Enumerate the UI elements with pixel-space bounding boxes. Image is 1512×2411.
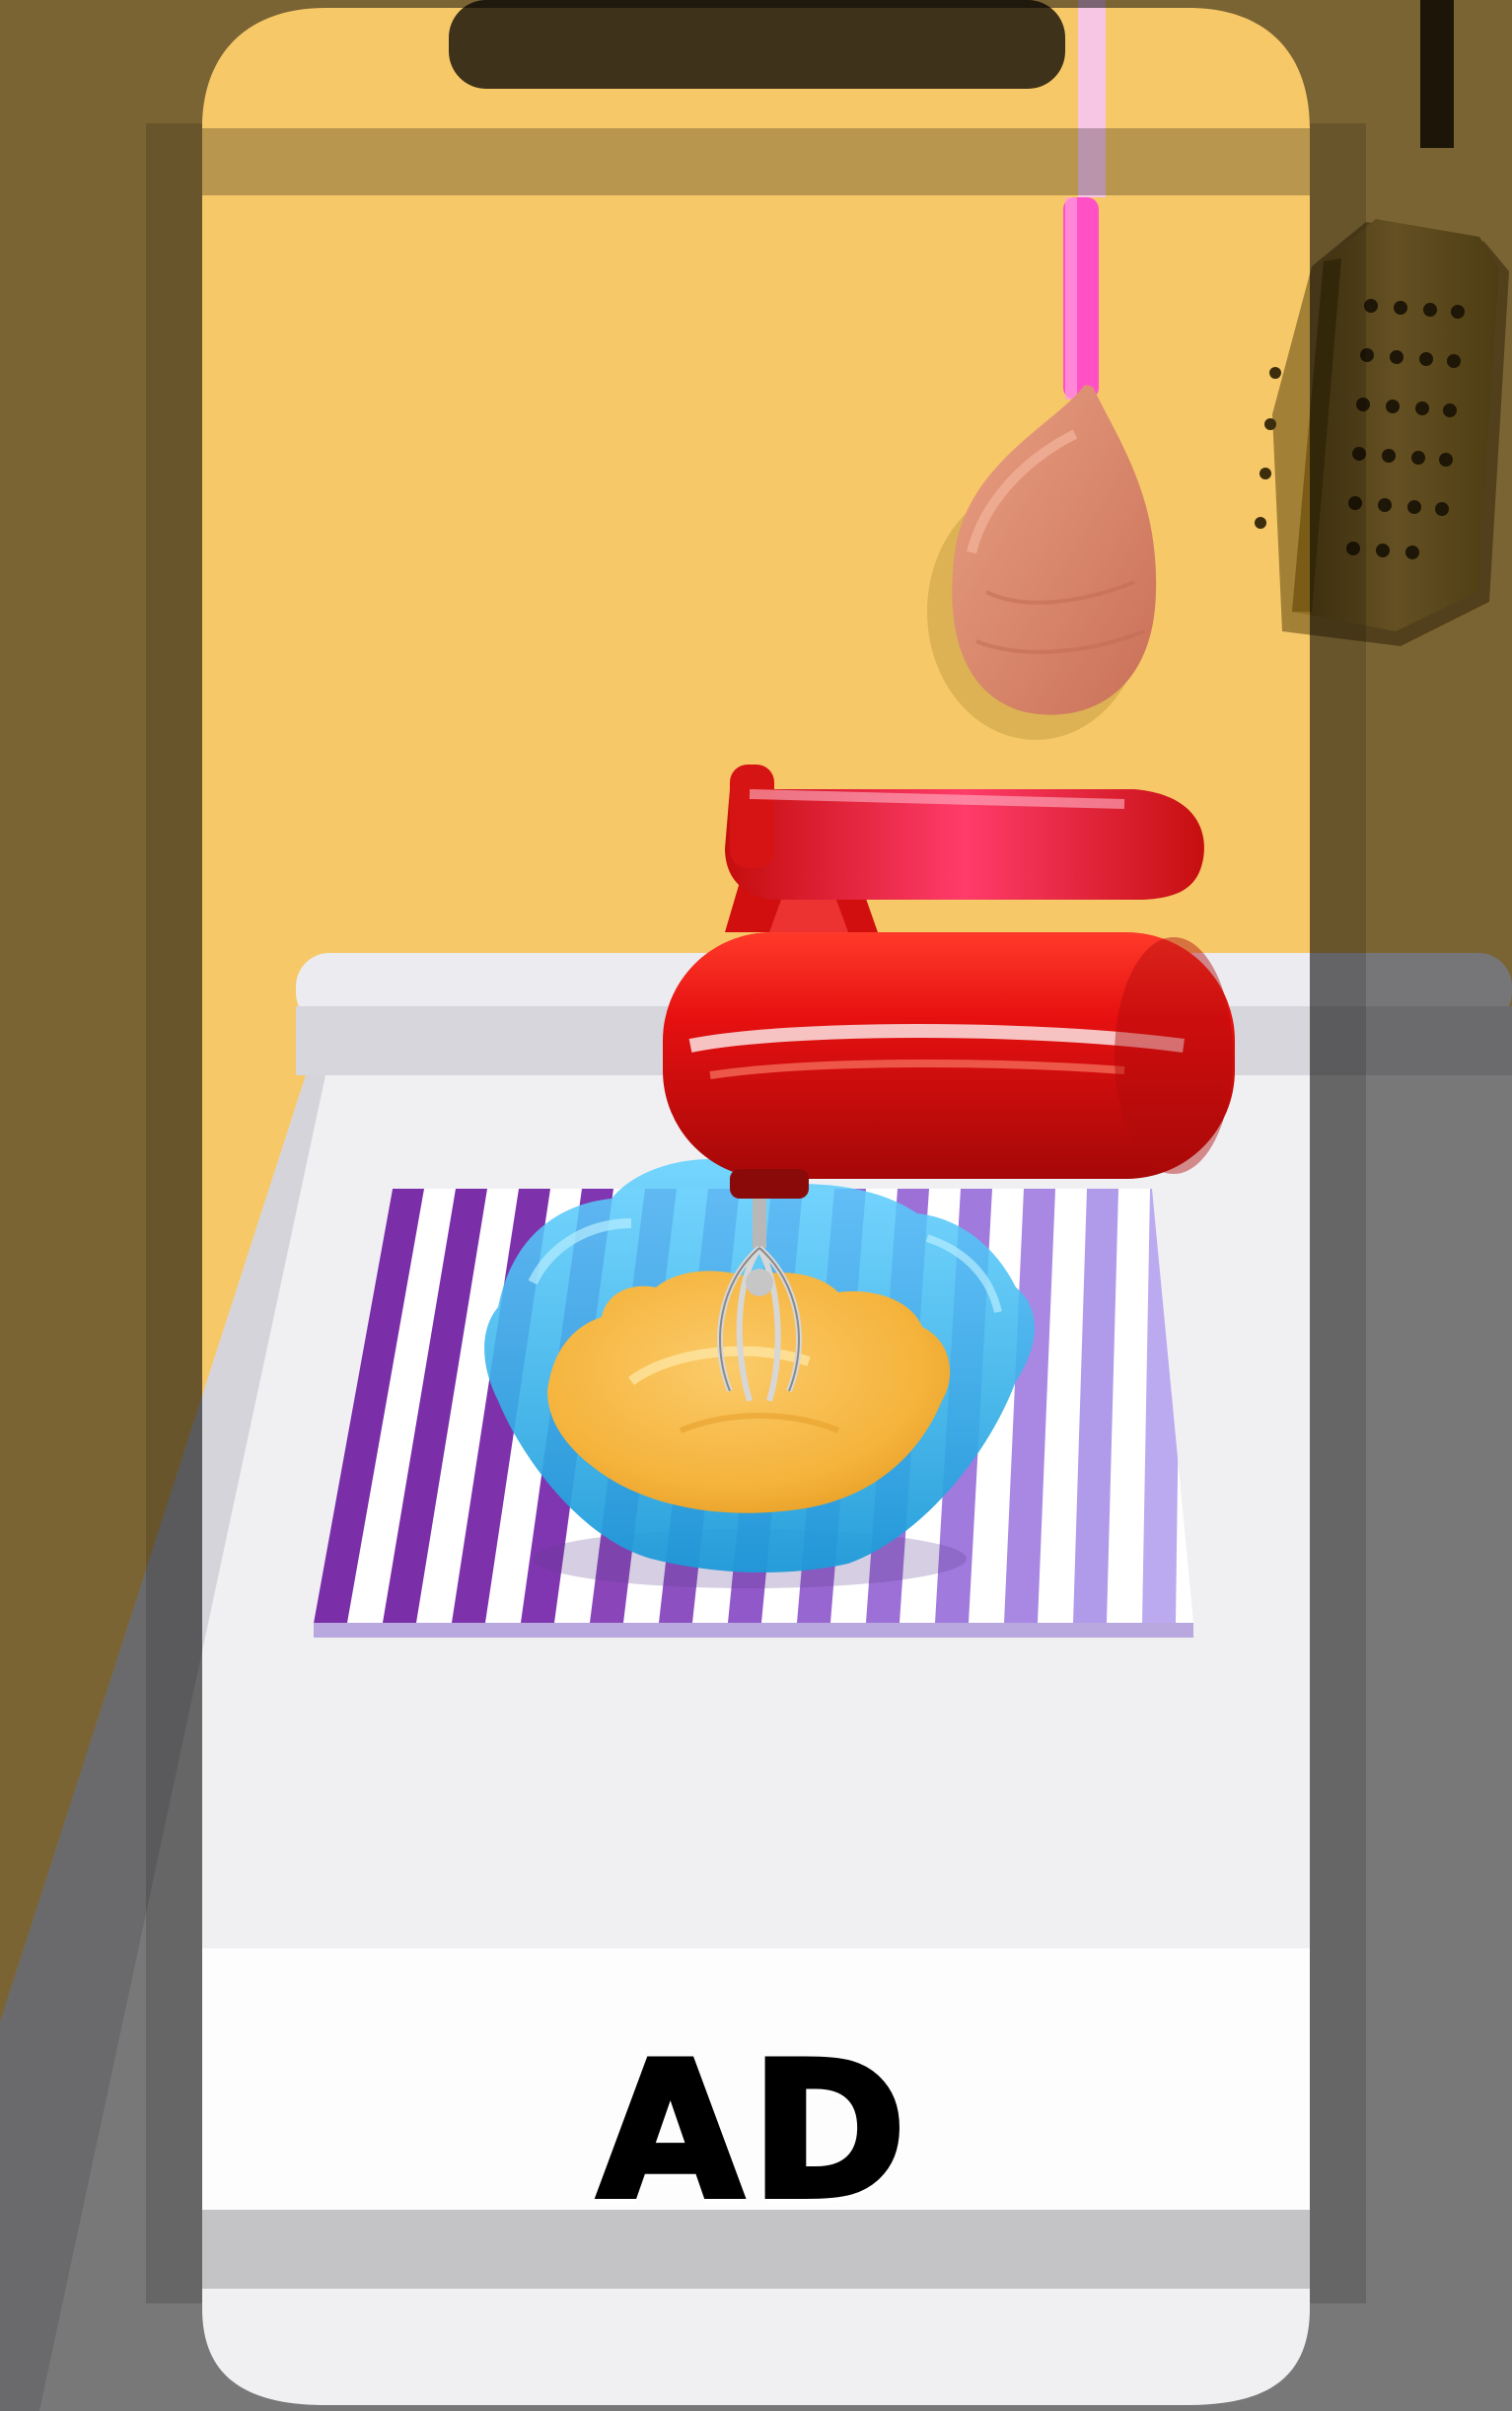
game-screen: AD [0, 0, 1512, 2411]
hand-mixer [663, 765, 1235, 1199]
ad-label: AD [595, 2019, 914, 2243]
